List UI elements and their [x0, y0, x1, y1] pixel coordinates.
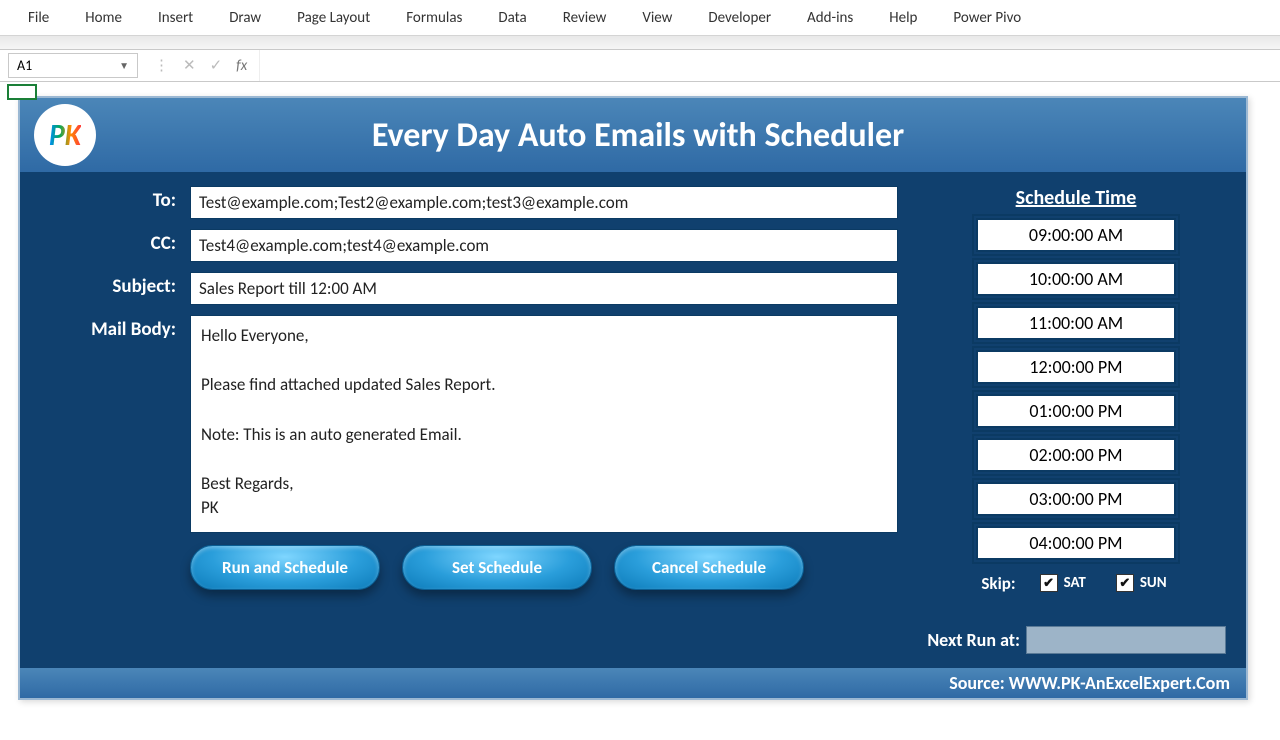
- chevron-down-icon: ▼: [119, 59, 129, 72]
- time-slot-8[interactable]: 04:00:00 PM: [976, 526, 1176, 560]
- cancel-icon[interactable]: ✕: [183, 56, 196, 75]
- logo-icon: PK: [34, 104, 96, 166]
- label-cc: CC:: [40, 229, 190, 255]
- ribbon-tab-draw[interactable]: Draw: [211, 1, 279, 35]
- schedule-time-title: Schedule Time: [1016, 186, 1137, 210]
- enter-icon[interactable]: ✓: [210, 56, 223, 75]
- skip-sat[interactable]: ✔ SAT: [1034, 572, 1092, 594]
- panel-footer: Source: WWW.PK-AnExcelExpert.Com: [20, 668, 1246, 698]
- button-row: Run and Schedule Set Schedule Cancel Sch…: [190, 545, 898, 590]
- run-and-schedule-button[interactable]: Run and Schedule: [190, 545, 380, 590]
- skip-sun[interactable]: ✔ SUN: [1110, 572, 1173, 594]
- next-run-row: Next Run at:: [926, 626, 1226, 654]
- sheet-area: PK Every Day Auto Emails with Scheduler …: [0, 82, 1280, 740]
- ribbon-tab-file[interactable]: File: [10, 1, 67, 35]
- time-slot-2[interactable]: 10:00:00 AM: [976, 262, 1176, 296]
- ribbon-tab-data[interactable]: Data: [480, 1, 544, 35]
- form-right: Schedule Time 09:00:00 AM 10:00:00 AM 11…: [926, 186, 1226, 654]
- label-subject: Subject:: [40, 272, 190, 298]
- skip-sat-label: SAT: [1064, 574, 1086, 592]
- scheduler-panel: PK Every Day Auto Emails with Scheduler …: [18, 96, 1248, 700]
- ribbon-tabs: File Home Insert Draw Page Layout Formul…: [0, 0, 1280, 36]
- dots-icon: ⋮: [154, 56, 169, 75]
- panel-title: Every Day Auto Emails with Scheduler: [114, 115, 1232, 156]
- ribbon-tab-insert[interactable]: Insert: [140, 1, 211, 35]
- skip-row: Skip: ✔ SAT ✔ SUN: [926, 572, 1226, 594]
- skip-label: Skip:: [981, 573, 1015, 594]
- ribbon-tab-home[interactable]: Home: [67, 1, 140, 35]
- ribbon-tab-power-pivot[interactable]: Power Pivo: [935, 1, 1039, 35]
- to-input[interactable]: Test@example.com;Test2@example.com;test3…: [190, 186, 898, 219]
- label-body: Mail Body:: [40, 315, 190, 341]
- ribbon-tab-addins[interactable]: Add-ins: [789, 1, 871, 35]
- time-slot-4[interactable]: 12:00:00 PM: [976, 350, 1176, 384]
- time-slot-5[interactable]: 01:00:00 PM: [976, 394, 1176, 428]
- time-slot-1[interactable]: 09:00:00 AM: [976, 218, 1176, 252]
- ribbon-tab-formulas[interactable]: Formulas: [388, 1, 480, 35]
- time-slot-6[interactable]: 02:00:00 PM: [976, 438, 1176, 472]
- form-left: To: Test@example.com;Test2@example.com;t…: [40, 186, 898, 654]
- ribbon-tab-view[interactable]: View: [624, 1, 690, 35]
- panel-body: To: Test@example.com;Test2@example.com;t…: [20, 172, 1246, 668]
- cell-cursor-a1[interactable]: [7, 84, 37, 100]
- ribbon-tab-help[interactable]: Help: [871, 1, 935, 35]
- fx-icon[interactable]: fx: [236, 57, 247, 75]
- name-box[interactable]: A1 ▼: [8, 53, 138, 78]
- cc-input[interactable]: Test4@example.com;test4@example.com: [190, 229, 898, 262]
- set-schedule-button[interactable]: Set Schedule: [402, 545, 592, 590]
- time-slot-3[interactable]: 11:00:00 AM: [976, 306, 1176, 340]
- name-box-value: A1: [17, 57, 32, 74]
- time-slot-7[interactable]: 03:00:00 PM: [976, 482, 1176, 516]
- checkbox-icon: ✔: [1040, 574, 1058, 592]
- panel-header: PK Every Day Auto Emails with Scheduler: [20, 98, 1246, 172]
- formula-bar-icons: ⋮ ✕ ✓ fx: [142, 50, 260, 81]
- checkbox-icon: ✔: [1116, 574, 1134, 592]
- formula-input[interactable]: [260, 50, 1280, 81]
- ribbon-tab-developer[interactable]: Developer: [690, 1, 789, 35]
- ribbon-spacer: [0, 36, 1280, 50]
- body-input[interactable]: Hello Everyone, Please find attached upd…: [190, 315, 898, 533]
- label-to: To:: [40, 186, 190, 212]
- cancel-schedule-button[interactable]: Cancel Schedule: [614, 545, 804, 590]
- skip-sun-label: SUN: [1140, 574, 1167, 592]
- ribbon-tab-review[interactable]: Review: [545, 1, 625, 35]
- next-run-label: Next Run at:: [927, 629, 1020, 651]
- ribbon-tab-page-layout[interactable]: Page Layout: [279, 1, 388, 35]
- next-run-value: [1026, 626, 1226, 654]
- formula-bar: A1 ▼ ⋮ ✕ ✓ fx: [0, 50, 1280, 82]
- subject-input[interactable]: Sales Report till 12:00 AM: [190, 272, 898, 305]
